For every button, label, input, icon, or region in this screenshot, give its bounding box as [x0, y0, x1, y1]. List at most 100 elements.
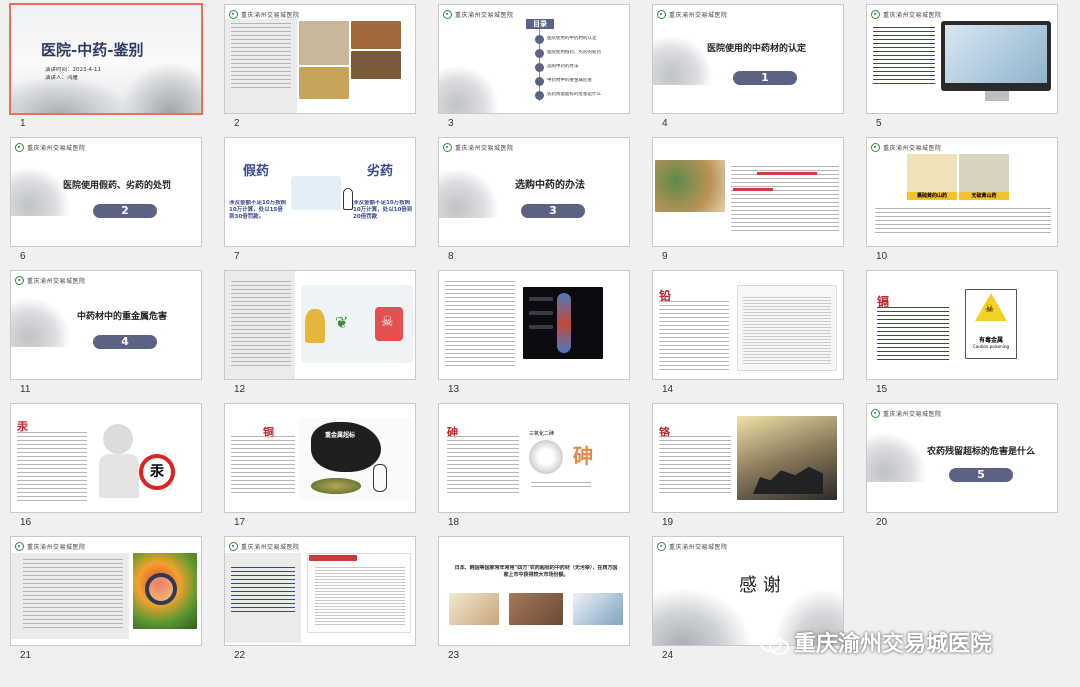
slide-thumb-19[interactable]: 铬 19 [642, 399, 856, 531]
slide-thumb-18[interactable]: 砷 三氧化二砷 砷 18 [428, 399, 642, 531]
body-text [875, 208, 1051, 234]
inferior-drug-penalty: 涉及金额不足10万按照10万计算，处以10倍到20倍罚款 [353, 200, 413, 220]
section-number-pill: 4 [93, 335, 157, 349]
slide-thumb-13[interactable]: 13 [428, 266, 642, 398]
slide-18[interactable]: 砷 三氧化二砷 砷 [438, 403, 630, 513]
slide-19[interactable]: 铬 [652, 403, 844, 513]
wechat-watermark: 重庆渝州交易城医院 [760, 626, 992, 658]
toc-item: 医院使用假药、劣药的处罚 [547, 50, 601, 55]
slide-thumb-4[interactable]: 重庆渝州交易城医院 医院使用的中药材的认定 1 4 [642, 0, 856, 132]
slide-thumb-14[interactable]: 铅 14 [642, 266, 856, 398]
slide-thumb-17[interactable]: 铜 重金属超标 17 [214, 399, 428, 531]
slide-10[interactable]: 重庆渝州交易城医院 熏硫黄的山药 无硫黄山药 [866, 137, 1058, 247]
skull-icon: ☠ [985, 304, 994, 315]
cartoon-figure-icon [373, 464, 387, 492]
slide-thumb-22[interactable]: 重庆渝州交易城医院 22 [214, 532, 428, 664]
body-text [231, 436, 295, 496]
slide-thumb-11[interactable]: 重庆渝州交易城医院 中药材中的重金属危害 4 11 [0, 266, 214, 398]
slide-4[interactable]: 重庆渝州交易城医院 医院使用的中药材的认定 1 [652, 4, 844, 114]
slide-22[interactable]: 重庆渝州交易城医院 [224, 536, 416, 646]
slide-header: 重庆渝州交易城医院 [443, 9, 514, 19]
slide-thumb-20[interactable]: 重庆渝州交易城医院 农药残留超标的危害是什么 5 20 [856, 399, 1070, 531]
slide-thumb-23[interactable]: 日本、韩国等国家常年常用"四方"农药超标的中药材（无污染），在西方国家上市中获得… [428, 532, 642, 664]
hospital-logo-icon [229, 541, 238, 551]
yam-image [959, 154, 1009, 192]
herb-root-icon [305, 309, 325, 343]
mountain-image [439, 168, 499, 218]
slide-5[interactable]: 重庆渝州交易城医院 [866, 4, 1058, 114]
fake-drug-penalty: 涉及金额不足10万按照10万计算，处以15倍到30倍罚款。 [229, 200, 287, 220]
slide-1[interactable]: 医院-中药-鉴别 演讲时间：2023-4-11 演讲人：鸿雁 [9, 3, 203, 115]
hospital-logo-icon [657, 9, 666, 19]
no-mercury-badge: 汞 [139, 454, 175, 490]
body-text: 日本、韩国等国家常年常用"四方"农药超标的中药材（无污染），在西方国家上市中获得… [454, 565, 618, 578]
arsenic-powder-image [529, 440, 563, 474]
cartoon-figure-icon [343, 188, 353, 210]
slide-subtitle: 演讲时间：2023-4-11 [45, 67, 101, 73]
toc-item: 选购中药的办法 [547, 64, 579, 69]
slide-number: 3 [448, 118, 454, 129]
slide-12[interactable]: ☠ ❦ [224, 270, 416, 380]
slide-thumb-15[interactable]: 镉 ☠ 有毒金属 Caution poisoning 15 [856, 266, 1070, 398]
toc-item: 医院使用的中药材的认定 [547, 36, 597, 41]
slide-thumb-3[interactable]: 重庆渝州交易城医院 目录 医院使用的中药材的认定 医院使用假药、劣药的处罚 选购… [428, 0, 642, 132]
slide-20[interactable]: 重庆渝州交易城医院 农药残留超标的危害是什么 5 [866, 403, 1058, 513]
slide-thumb-21[interactable]: 重庆渝州交易城医院 21 [0, 532, 214, 664]
slide-number: 15 [876, 384, 888, 395]
hospital-logo-icon [229, 9, 238, 19]
toc-bullet-icon [535, 77, 544, 86]
slide-9[interactable] [652, 137, 844, 247]
slide-thumb-8[interactable]: 重庆渝州交易城医院 选购中药的办法 3 8 [428, 133, 642, 265]
magnifier-icon [145, 573, 177, 605]
organ-label [529, 311, 553, 315]
body-text [873, 27, 935, 87]
slide-number: 17 [234, 517, 246, 528]
slide-thumb-16[interactable]: 汞 汞 16 [0, 399, 214, 531]
section-number-pill: 5 [949, 468, 1013, 482]
organ-label [529, 297, 553, 301]
mountain-image [11, 297, 71, 347]
toc-bullet-icon [535, 91, 544, 100]
slide-number: 21 [20, 650, 32, 661]
slide-7[interactable]: 假药 劣药 涉及金额不足10万按照10万计算，处以15倍到30倍罚款。 涉及金额… [224, 137, 416, 247]
slide-header: 重庆渝州交易城医院 [657, 541, 728, 551]
slide-17[interactable]: 铜 重金属超标 [224, 403, 416, 513]
slide-11[interactable]: 重庆渝州交易城医院 中药材中的重金属危害 4 [10, 270, 202, 380]
body-text [447, 436, 519, 496]
slide-thumb-2[interactable]: 重庆渝州交易城医院 2 [214, 0, 428, 132]
slide-thumb-7[interactable]: 假药 劣药 涉及金额不足10万按照10万计算，处以15倍到30倍罚款。 涉及金额… [214, 133, 428, 265]
slide-thumb-9[interactable]: 9 [642, 133, 856, 265]
slide-2[interactable]: 重庆渝州交易城医院 [224, 4, 416, 114]
slide-thumb-10[interactable]: 重庆渝州交易城医院 熏硫黄的山药 无硫黄山药 10 [856, 133, 1070, 265]
header-text: 重庆渝州交易城医院 [883, 144, 942, 152]
slide-thumb-1[interactable]: 医院-中药-鉴别 演讲时间：2023-4-11 演讲人：鸿雁 1 [0, 0, 214, 132]
slide-15[interactable]: 镉 ☠ 有毒金属 Caution poisoning [866, 270, 1058, 380]
slide-number: 23 [448, 650, 460, 661]
highlight-text [757, 172, 817, 175]
slide-21[interactable]: 重庆渝州交易城医院 [10, 536, 202, 646]
slide-header: 重庆渝州交易城医院 [229, 541, 300, 551]
body-text [731, 166, 839, 234]
slide-23[interactable]: 日本、韩国等国家常年常用"四方"农药超标的中药材（无污染），在西方国家上市中获得… [438, 536, 630, 646]
slide-14[interactable]: 铅 [652, 270, 844, 380]
slide-3[interactable]: 重庆渝州交易城医院 目录 医院使用的中药材的认定 医院使用假药、劣药的处罚 选购… [438, 4, 630, 114]
herb-image [299, 67, 349, 99]
slide-number: 2 [234, 118, 240, 129]
slide-thumb-6[interactable]: 重庆渝州交易城医院 医院使用假药、劣药的处罚 2 6 [0, 133, 214, 265]
toc-bullet-icon [535, 35, 544, 44]
lab-photo [945, 25, 1047, 83]
toc-item: 中药材中的重金属危害 [547, 78, 592, 83]
warning-sign-subtitle: Caution poisoning [972, 344, 1010, 349]
slide-number: 13 [448, 384, 460, 395]
hospital-logo-icon [871, 9, 880, 19]
slide-thumb-5[interactable]: 重庆渝州交易城医院 5 [856, 0, 1070, 132]
slide-8[interactable]: 重庆渝州交易城医院 选购中药的办法 3 [438, 137, 630, 247]
slide-16[interactable]: 汞 汞 [10, 403, 202, 513]
slide-thumb-12[interactable]: ☠ ❦ 12 [214, 266, 428, 398]
slide-number: 9 [662, 251, 668, 262]
header-text: 重庆渝州交易城医院 [883, 410, 942, 418]
slide-6[interactable]: 重庆渝州交易城医院 医院使用假药、劣药的处罚 2 [10, 137, 202, 247]
slide-13[interactable] [438, 270, 630, 380]
body-text [659, 436, 731, 496]
mountain-image [11, 166, 71, 216]
